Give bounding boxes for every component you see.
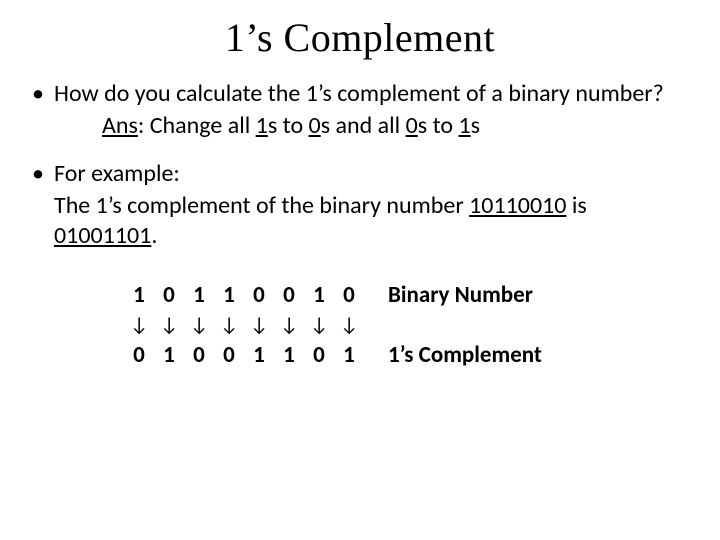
example-output-number: 01001101 bbox=[54, 221, 151, 250]
example-statement: The 1’s complement of the binary number … bbox=[54, 191, 690, 251]
bit-cell: 1 bbox=[184, 279, 214, 311]
bit-cell: 0 bbox=[214, 339, 244, 371]
down-arrow-icon: ↓ bbox=[244, 311, 274, 339]
bit-cell: 0 bbox=[184, 339, 214, 371]
down-arrow-icon: ↓ bbox=[214, 311, 244, 339]
bit-table-container: 1 0 1 1 0 0 1 0 Binary Number ↓ ↓ ↓ ↓ ↓ … bbox=[124, 279, 690, 371]
example-mid: is bbox=[566, 191, 586, 220]
bullet-example: For example: The 1’s complement of the b… bbox=[30, 159, 690, 251]
answer-line: Ans: Change all 1s to 0s and all 0s to 1… bbox=[54, 111, 690, 141]
example-lead: For example: bbox=[54, 159, 180, 188]
row-label-output: 1’s Complement bbox=[364, 339, 542, 371]
answer-pre: : Change all bbox=[138, 111, 256, 140]
table-row-input: 1 0 1 1 0 0 1 0 Binary Number bbox=[124, 279, 542, 311]
example-pre: The 1’s complement of the binary number bbox=[54, 191, 469, 220]
row-label-blank bbox=[364, 311, 542, 339]
down-arrow-icon: ↓ bbox=[334, 311, 364, 339]
answer-mid3: s to bbox=[418, 111, 459, 140]
row-label-input: Binary Number bbox=[364, 279, 542, 311]
down-arrow-icon: ↓ bbox=[154, 311, 184, 339]
down-arrow-icon: ↓ bbox=[304, 311, 334, 339]
bit-cell: 0 bbox=[274, 279, 304, 311]
bit-cell: 1 bbox=[274, 339, 304, 371]
bit-cell: 0 bbox=[244, 279, 274, 311]
bit-cell: 0 bbox=[124, 339, 154, 371]
bit-cell: 1 bbox=[304, 279, 334, 311]
answer-token-1: 1 bbox=[256, 111, 268, 140]
bit-table: 1 0 1 1 0 0 1 0 Binary Number ↓ ↓ ↓ ↓ ↓ … bbox=[124, 279, 542, 371]
answer-token-0a: 0 bbox=[309, 111, 321, 140]
bit-cell: 1 bbox=[124, 279, 154, 311]
answer-token-1b: 1 bbox=[458, 111, 470, 140]
table-row-arrows: ↓ ↓ ↓ ↓ ↓ ↓ ↓ ↓ bbox=[124, 311, 542, 339]
down-arrow-icon: ↓ bbox=[184, 311, 214, 339]
bit-cell: 1 bbox=[154, 339, 184, 371]
example-input-number: 10110010 bbox=[469, 191, 566, 220]
bit-cell: 1 bbox=[244, 339, 274, 371]
answer-token-0b: 0 bbox=[406, 111, 418, 140]
bit-cell: 1 bbox=[334, 339, 364, 371]
bullet-question: How do you calculate the 1’s complement … bbox=[30, 79, 690, 141]
slide-container: 1’s Complement How do you calculate the … bbox=[0, 0, 720, 371]
down-arrow-icon: ↓ bbox=[124, 311, 154, 339]
bullet-list: How do you calculate the 1’s complement … bbox=[30, 79, 690, 251]
answer-label: Ans bbox=[102, 111, 138, 140]
table-row-output: 0 1 0 0 1 1 0 1 1’s Complement bbox=[124, 339, 542, 371]
question-text: How do you calculate the 1’s complement … bbox=[54, 79, 664, 108]
bit-cell: 0 bbox=[154, 279, 184, 311]
bit-cell: 0 bbox=[304, 339, 334, 371]
answer-mid2: s and all bbox=[321, 111, 406, 140]
bit-cell: 0 bbox=[334, 279, 364, 311]
answer-mid1: s to bbox=[268, 111, 309, 140]
example-post: . bbox=[151, 221, 157, 250]
slide-title: 1’s Complement bbox=[30, 14, 690, 61]
down-arrow-icon: ↓ bbox=[274, 311, 304, 339]
answer-post: s bbox=[471, 111, 480, 140]
bit-cell: 1 bbox=[214, 279, 244, 311]
